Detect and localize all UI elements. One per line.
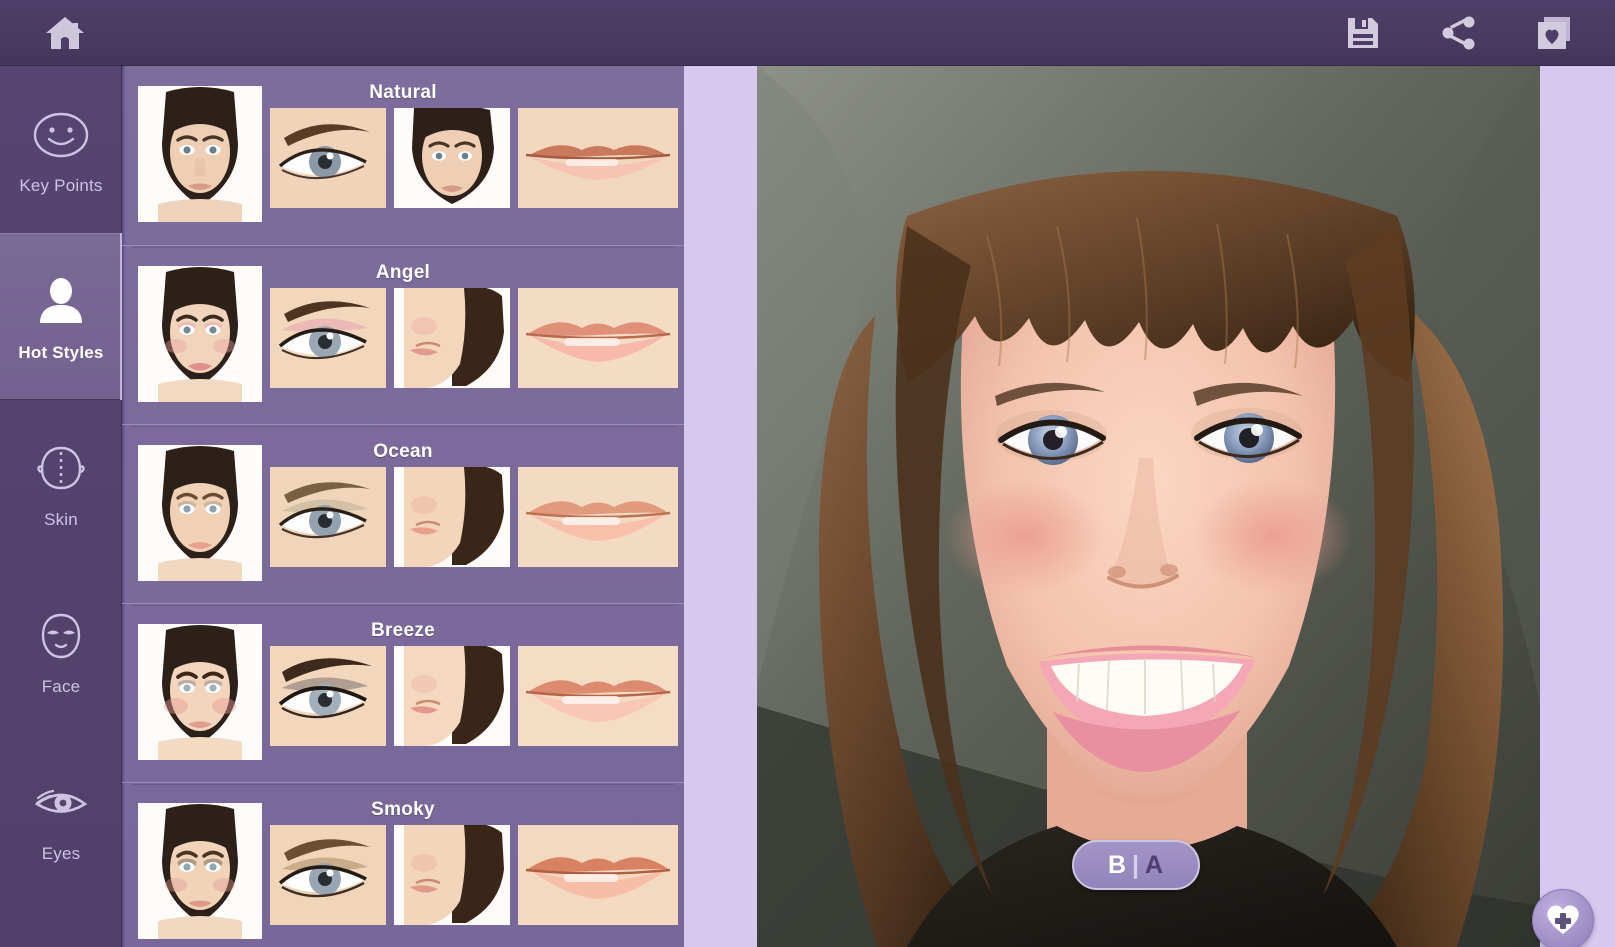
top-bar-actions (1341, 0, 1605, 66)
app-root: Key Points Hot Styles Skin Face Eyes Nat… (0, 0, 1615, 947)
thumb-eye-closeup[interactable] (270, 646, 386, 746)
thumb-full-face[interactable] (138, 266, 262, 402)
photo-canvas-area: B | A (684, 66, 1615, 947)
style-thumbnails (138, 803, 678, 939)
thumb-full-face[interactable] (138, 803, 262, 939)
hot-styles-panel[interactable]: Natural Angel Ocean Breeze Smoky (122, 66, 684, 947)
before-after-toggle[interactable]: B | A (1072, 840, 1200, 890)
add-to-favorites-button[interactable] (1532, 889, 1594, 947)
person-silhouette-icon (30, 271, 92, 333)
thumb-lips-closeup[interactable] (518, 288, 678, 388)
style-row[interactable]: Angel (122, 245, 684, 424)
thumb-eye-closeup[interactable] (270, 108, 386, 208)
thumb-eye-closeup[interactable] (270, 467, 386, 567)
skin-head-icon (30, 438, 92, 500)
thumb-lips-closeup[interactable] (518, 467, 678, 567)
style-thumbnails (138, 624, 678, 760)
folder-heart-icon[interactable] (1533, 11, 1577, 55)
sidebar-item-label: Hot Styles (18, 342, 104, 362)
style-row[interactable]: Breeze (122, 603, 684, 782)
style-thumbnails (138, 86, 678, 222)
thumb-eye-closeup[interactable] (270, 825, 386, 925)
thumb-half-face[interactable] (394, 108, 510, 208)
sidebar-item-face[interactable]: Face (0, 567, 122, 734)
top-bar (0, 0, 1615, 66)
sidebar-item-label: Skin (44, 509, 78, 529)
thumb-full-face[interactable] (138, 624, 262, 760)
thumb-half-face[interactable] (394, 288, 510, 388)
style-row[interactable]: Smoky (122, 782, 684, 947)
sidebar-item-skin[interactable]: Skin (0, 400, 122, 567)
thumb-eye-closeup[interactable] (270, 288, 386, 388)
eye-icon (30, 772, 92, 834)
before-after-separator: | (1132, 850, 1140, 879)
sidebar-item-label: Eyes (41, 843, 81, 863)
sidebar-item-hot-styles[interactable]: Hot Styles (0, 233, 123, 400)
edited-photo[interactable] (757, 66, 1540, 947)
thumb-lips-closeup[interactable] (518, 825, 678, 925)
share-nodes-icon[interactable] (1437, 11, 1481, 55)
thumb-half-face[interactable] (394, 825, 510, 925)
sidebar-item-mouth[interactable]: Mouth (0, 901, 122, 947)
after-label: A (1145, 850, 1165, 879)
floppy-disk-save-icon[interactable] (1341, 11, 1385, 55)
before-label: B (1107, 850, 1127, 879)
style-thumbnails (138, 445, 678, 581)
sidebar-item-eyes[interactable]: Eyes (0, 734, 122, 901)
home-icon (43, 11, 87, 55)
thumb-half-face[interactable] (394, 646, 510, 746)
sidebar: Key Points Hot Styles Skin Face Eyes (0, 66, 123, 947)
style-row[interactable]: Natural (122, 66, 684, 245)
thumb-lips-closeup[interactable] (518, 646, 678, 746)
sidebar-item-label: Key Points (19, 175, 103, 195)
style-thumbnails (138, 266, 678, 402)
thumb-half-face[interactable] (394, 467, 510, 567)
sidebar-item-label: Face (41, 676, 81, 696)
thumb-full-face[interactable] (138, 86, 262, 222)
thumb-full-face[interactable] (138, 445, 262, 581)
heart-plus-icon (1543, 899, 1583, 942)
style-row[interactable]: Ocean (122, 424, 684, 603)
lips-icon (30, 939, 92, 947)
face-outline-icon (30, 605, 92, 667)
smiley-face-icon (30, 104, 92, 166)
sidebar-item-key-points[interactable]: Key Points (0, 66, 122, 233)
home-button[interactable] (0, 0, 130, 66)
thumb-lips-closeup[interactable] (518, 108, 678, 208)
